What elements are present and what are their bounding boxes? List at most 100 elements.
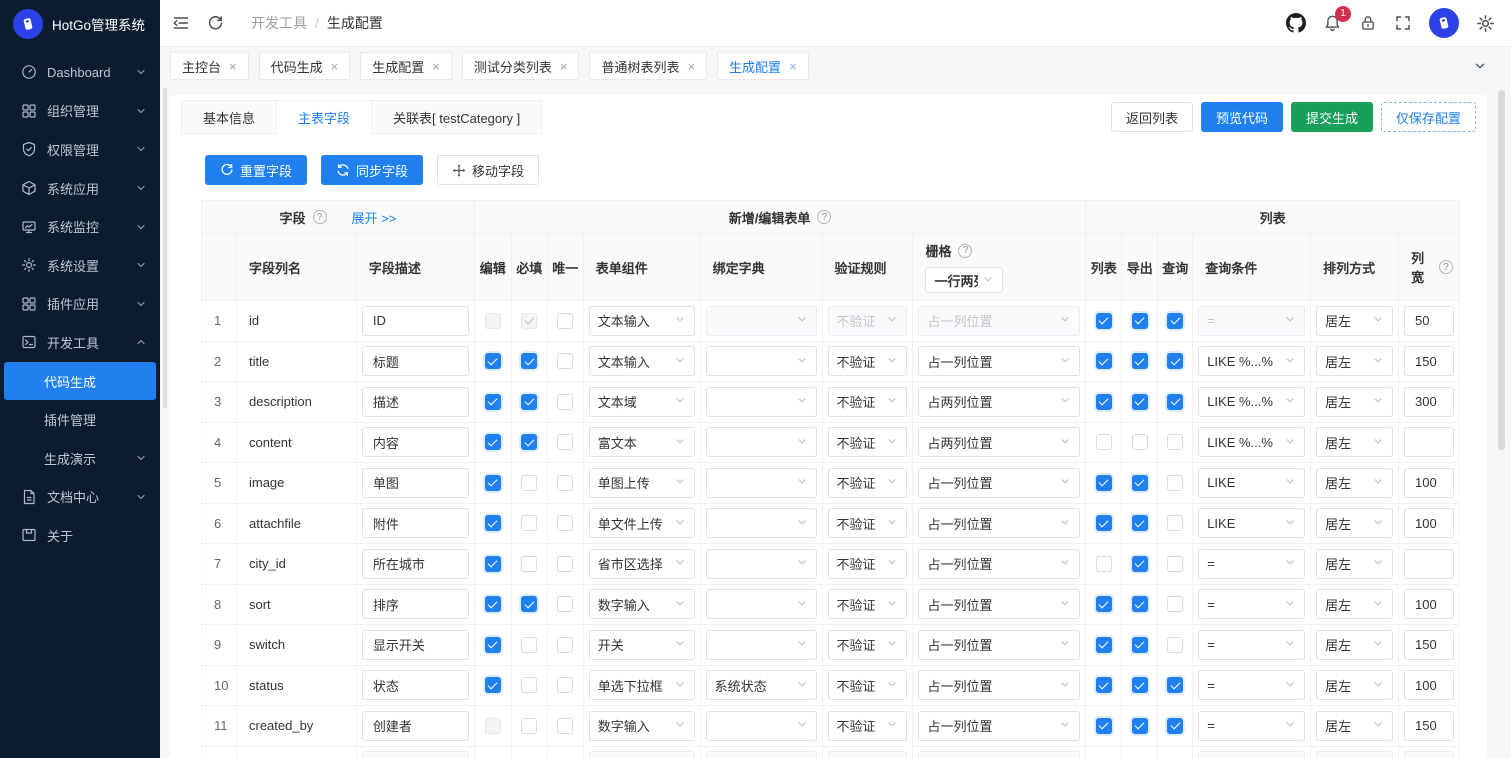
edit-checkbox[interactable] <box>485 515 501 531</box>
sidebar-collapse-icon[interactable] <box>172 14 190 32</box>
sync-fields-button[interactable]: 同步字段 <box>321 155 423 185</box>
query-checkbox[interactable] <box>1167 313 1183 329</box>
component-select[interactable]: 省市区选择 <box>589 549 695 579</box>
dict-select[interactable] <box>706 508 817 538</box>
export-checkbox[interactable] <box>1132 556 1148 572</box>
tab-chip-5[interactable]: 生成配置× <box>717 52 809 80</box>
sidebar-item-system-monitor[interactable]: 系统监控 <box>0 207 160 246</box>
close-icon[interactable]: × <box>331 60 339 73</box>
export-checkbox[interactable] <box>1132 313 1148 329</box>
tab-chip-1[interactable]: 代码生成× <box>259 52 351 80</box>
col-width-input[interactable]: 150 <box>1404 630 1454 660</box>
align-select[interactable]: 居左 <box>1316 630 1393 660</box>
validation-select[interactable]: 不验证 <box>828 346 908 376</box>
grid-select[interactable]: 占一列位置 <box>918 670 1080 700</box>
unique-checkbox[interactable] <box>557 718 573 734</box>
grid-select[interactable]: 占一列位置 <box>918 346 1080 376</box>
component-select[interactable]: 数字输入 <box>589 711 695 741</box>
field-desc-input[interactable]: 显示开关 <box>362 630 469 660</box>
grid-select[interactable]: 占一列位置 <box>918 711 1080 741</box>
query-cond-select[interactable]: LIKE %...% <box>1198 427 1305 457</box>
col-width-input[interactable]: 100 <box>1404 468 1454 498</box>
move-fields-button[interactable]: 移动字段 <box>437 155 539 185</box>
grid-default-select[interactable]: 一行两列 <box>925 267 1003 293</box>
align-select[interactable]: 居左 <box>1316 468 1393 498</box>
list-checkbox[interactable] <box>1096 394 1112 410</box>
query-checkbox[interactable] <box>1167 556 1183 572</box>
list-checkbox[interactable] <box>1096 353 1112 369</box>
submit-generate-button[interactable]: 提交生成 <box>1291 102 1373 132</box>
export-checkbox[interactable] <box>1132 434 1148 450</box>
help-icon[interactable]: ? <box>1439 260 1453 274</box>
sidebar-item-code-gen[interactable]: 代码生成 <box>4 362 156 401</box>
dict-select[interactable] <box>706 589 817 619</box>
grid-select[interactable]: 占一列位置 <box>918 549 1080 579</box>
tab-basic-info[interactable]: 基本信息 <box>181 100 277 134</box>
grid-select[interactable]: 占两列位置 <box>918 427 1080 457</box>
required-checkbox[interactable] <box>521 556 537 572</box>
sidebar-item-dev-tools[interactable]: 开发工具 <box>0 323 160 362</box>
dict-select[interactable] <box>706 549 817 579</box>
breadcrumb-section[interactable]: 开发工具 <box>251 13 307 33</box>
align-select[interactable]: 居左 <box>1316 427 1393 457</box>
col-width-input[interactable] <box>1404 549 1454 579</box>
validation-select[interactable]: 不验证 <box>828 589 908 619</box>
save-config-button[interactable]: 仅保存配置 <box>1381 102 1476 132</box>
field-desc-input[interactable]: 描述 <box>362 387 469 417</box>
validation-select[interactable]: 不验证 <box>828 387 908 417</box>
component-select[interactable]: 单图上传 <box>589 468 695 498</box>
tab-main-fields[interactable]: 主表字段 <box>276 100 372 134</box>
query-checkbox[interactable] <box>1167 677 1183 693</box>
required-checkbox[interactable] <box>521 637 537 653</box>
unique-checkbox[interactable] <box>557 394 573 410</box>
notification-bell-icon[interactable]: 1 <box>1323 14 1342 33</box>
app-logo[interactable]: HotGo管理系统 <box>0 0 160 48</box>
required-checkbox[interactable] <box>521 394 537 410</box>
dict-select[interactable]: 系统状态 <box>706 670 817 700</box>
col-width-input[interactable]: 150 <box>1404 346 1454 376</box>
component-select[interactable]: 富文本 <box>589 427 695 457</box>
sidebar-item-plugin-manage[interactable]: 插件管理 <box>0 400 160 439</box>
list-checkbox[interactable] <box>1096 637 1112 653</box>
query-checkbox[interactable] <box>1167 515 1183 531</box>
sidebar-item-gen-demo[interactable]: 生成演示 <box>0 439 160 478</box>
export-checkbox[interactable] <box>1132 637 1148 653</box>
validation-select[interactable]: 不验证 <box>828 670 908 700</box>
dict-select[interactable] <box>706 427 817 457</box>
query-cond-select[interactable]: LIKE <box>1198 468 1305 498</box>
dict-select[interactable] <box>706 346 817 376</box>
sidebar-item-organization[interactable]: 组织管理 <box>0 92 160 131</box>
field-desc-input[interactable]: 内容 <box>362 427 469 457</box>
unique-checkbox[interactable] <box>557 556 573 572</box>
back-to-list-button[interactable]: 返回列表 <box>1111 102 1193 132</box>
sidebar-item-system-app[interactable]: 系统应用 <box>0 169 160 208</box>
validation-select[interactable]: 不验证 <box>828 427 908 457</box>
required-checkbox[interactable] <box>521 434 537 450</box>
edit-checkbox[interactable] <box>485 394 501 410</box>
close-icon[interactable]: × <box>229 60 237 73</box>
refresh-page-icon[interactable] <box>207 15 224 32</box>
field-desc-input[interactable]: 所在城市 <box>362 549 469 579</box>
export-checkbox[interactable] <box>1132 718 1148 734</box>
component-select[interactable]: 文本输入 <box>589 346 695 376</box>
help-icon[interactable]: ? <box>817 210 831 224</box>
col-width-input[interactable] <box>1404 427 1454 457</box>
list-checkbox[interactable] <box>1096 677 1112 693</box>
list-checkbox[interactable] <box>1096 475 1112 491</box>
fullscreen-icon[interactable] <box>1394 14 1412 32</box>
query-cond-select[interactable]: LIKE <box>1198 508 1305 538</box>
sidebar-item-dashboard[interactable]: Dashboard <box>0 53 160 92</box>
unique-checkbox[interactable] <box>557 515 573 531</box>
col-width-input[interactable]: 100 <box>1404 670 1454 700</box>
inner-scrollbar[interactable] <box>163 88 167 408</box>
validation-select[interactable]: 不验证 <box>828 508 908 538</box>
component-select[interactable]: 单选下拉框 <box>589 670 695 700</box>
help-icon[interactable]: ? <box>313 210 327 224</box>
unique-checkbox[interactable] <box>557 637 573 653</box>
list-checkbox[interactable] <box>1096 718 1112 734</box>
list-checkbox[interactable] <box>1096 434 1112 450</box>
query-cond-select[interactable]: = <box>1198 589 1305 619</box>
export-checkbox[interactable] <box>1132 677 1148 693</box>
query-cond-select[interactable]: LIKE %...% <box>1198 346 1305 376</box>
edit-checkbox[interactable] <box>485 475 501 491</box>
